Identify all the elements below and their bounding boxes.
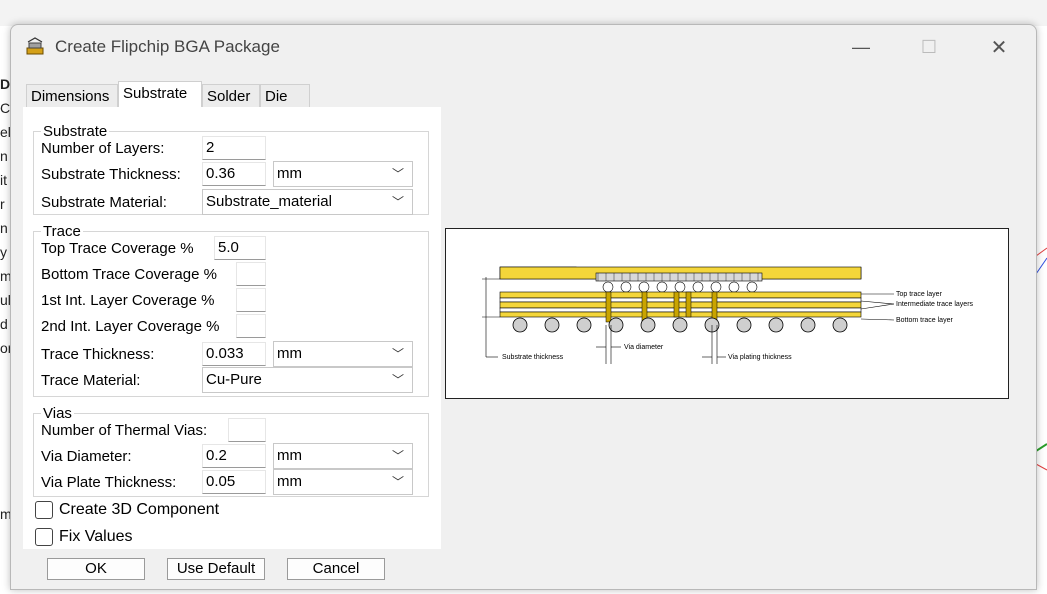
via-plate-thickness-field[interactable]: 0.05 <box>202 470 266 494</box>
via-diameter-field[interactable]: 0.2 <box>202 444 266 468</box>
chevron-down-icon: ﹀ <box>391 167 404 181</box>
substrate-thickness-field[interactable]: 0.36 <box>202 162 266 186</box>
chevron-down-icon: ﹀ <box>391 449 404 463</box>
create-3d-checkbox[interactable] <box>35 501 53 519</box>
fix-values-label[interactable]: Fix Values <box>59 528 133 546</box>
unit-value: mm <box>277 345 302 362</box>
minimize-button[interactable]: — <box>831 25 891 69</box>
bg-edge-char: y <box>0 244 7 260</box>
tab-substrate[interactable]: Substrate <box>118 81 202 108</box>
substrate-material-label: Substrate Material: <box>41 194 167 211</box>
diagram-label-substrate-thickness: Substrate thickness <box>502 354 564 361</box>
number-of-layers-label: Number of Layers: <box>41 140 165 157</box>
material-value: Substrate_material <box>206 193 332 210</box>
diagram-label-via-diameter: Via diameter <box>624 344 664 351</box>
unit-value: mm <box>277 165 302 182</box>
minimize-icon: — <box>852 36 870 57</box>
int1-layer-coverage-field[interactable] <box>236 288 266 312</box>
use-default-button[interactable]: Use Default <box>167 558 265 580</box>
bg-edge-char: n <box>0 148 8 164</box>
bottom-trace-coverage-field[interactable] <box>236 262 266 286</box>
diagram-label-via-plating: Via plating thickness <box>728 354 792 361</box>
thermal-vias-field[interactable] <box>228 418 266 442</box>
close-button[interactable]: ✕ <box>969 25 1029 69</box>
fix-values-checkbox[interactable] <box>35 528 53 546</box>
create-3d-label[interactable]: Create 3D Component <box>59 501 219 519</box>
tab-solder[interactable]: Solder <box>202 84 260 108</box>
top-trace-coverage-field[interactable]: 5.0 <box>214 236 266 260</box>
background-window-strip <box>0 0 1047 26</box>
flipchip-app-icon <box>26 37 44 55</box>
maximize-icon: ☐ <box>920 36 938 57</box>
substrate-thickness-label: Substrate Thickness: <box>41 166 181 183</box>
via-diameter-unit-select[interactable]: mm ﹀ <box>273 443 413 469</box>
trace-thickness-unit-select[interactable]: mm ﹀ <box>273 341 413 367</box>
chevron-down-icon: ﹀ <box>391 475 404 489</box>
flipchip-dialog: Create Flipchip BGA Package — ☐ ✕ Dimens… <box>10 24 1037 590</box>
unit-value: mm <box>277 447 302 464</box>
int1-layer-coverage-label: 1st Int. Layer Coverage % <box>41 292 215 309</box>
bg-edge-char: D <box>0 76 11 92</box>
background-right-edge <box>1035 26 1047 589</box>
chevron-down-icon: ﹀ <box>391 373 404 387</box>
flipchip-cross-section-diagram: Top trace layer Intermediate trace layer… <box>445 228 1009 399</box>
cross-section-graphic: Top trace layer Intermediate trace layer… <box>482 266 974 364</box>
chevron-down-icon: ﹀ <box>391 195 404 209</box>
trace-group-label: Trace <box>41 223 83 240</box>
bottom-trace-coverage-label: Bottom Trace Coverage % <box>41 266 217 283</box>
unit-value: mm <box>277 473 302 490</box>
bg-edge-char: C <box>0 100 11 116</box>
diagram-label-intermediate: Intermediate trace layers <box>896 301 974 308</box>
background-graphic <box>1035 247 1047 471</box>
via-diameter-label: Via Diameter: <box>41 448 132 465</box>
trace-thickness-label: Trace Thickness: <box>41 346 155 363</box>
trace-material-select[interactable]: Cu-Pure ﹀ <box>202 367 413 393</box>
diagram-label-bottom-trace: Bottom trace layer <box>896 317 953 324</box>
chevron-down-icon: ﹀ <box>391 347 404 361</box>
substrate-thickness-unit-select[interactable]: mm ﹀ <box>273 161 413 187</box>
material-value: Cu-Pure <box>206 371 262 388</box>
vias-group-label: Vias <box>41 405 74 422</box>
tab-die[interactable]: Die <box>260 84 310 108</box>
trace-material-label: Trace Material: <box>41 372 141 389</box>
bg-edge-char: it <box>0 172 7 188</box>
tab-strip-filler <box>310 84 440 108</box>
number-of-layers-field[interactable]: 2 <box>202 136 266 160</box>
bg-edge-char: r <box>0 196 5 212</box>
via-plate-unit-select[interactable]: mm ﹀ <box>273 469 413 495</box>
top-trace-coverage-label: Top Trace Coverage % <box>41 240 194 257</box>
bg-edge-char: n <box>0 220 8 236</box>
die-block <box>595 272 763 282</box>
via-plate-thickness-label: Via Plate Thickness: <box>41 474 177 491</box>
ok-button[interactable]: OK <box>47 558 145 580</box>
trace-thickness-field[interactable]: 0.033 <box>202 342 266 366</box>
substrate-group-label: Substrate <box>41 123 110 140</box>
int2-layer-coverage-field[interactable] <box>236 314 266 338</box>
substrate-material-select[interactable]: Substrate_material ﹀ <box>202 189 413 215</box>
tab-dimensions[interactable]: Dimensions <box>26 84 118 108</box>
background-left-edge: D C el n it r n y m ul d on mi <box>0 26 16 589</box>
close-icon: ✕ <box>990 36 1008 59</box>
cancel-button[interactable]: Cancel <box>287 558 385 580</box>
int2-layer-coverage-label: 2nd Int. Layer Coverage % <box>41 318 220 335</box>
maximize-button[interactable]: ☐ <box>899 25 959 69</box>
dialog-title: Create Flipchip BGA Package <box>55 37 280 56</box>
title-bar[interactable]: Create Flipchip BGA Package — ☐ ✕ <box>11 25 1036 69</box>
diagram-label-top-trace: Top trace layer <box>896 291 943 298</box>
thermal-vias-label: Number of Thermal Vias: <box>41 422 208 439</box>
bg-edge-char: d <box>0 316 8 332</box>
